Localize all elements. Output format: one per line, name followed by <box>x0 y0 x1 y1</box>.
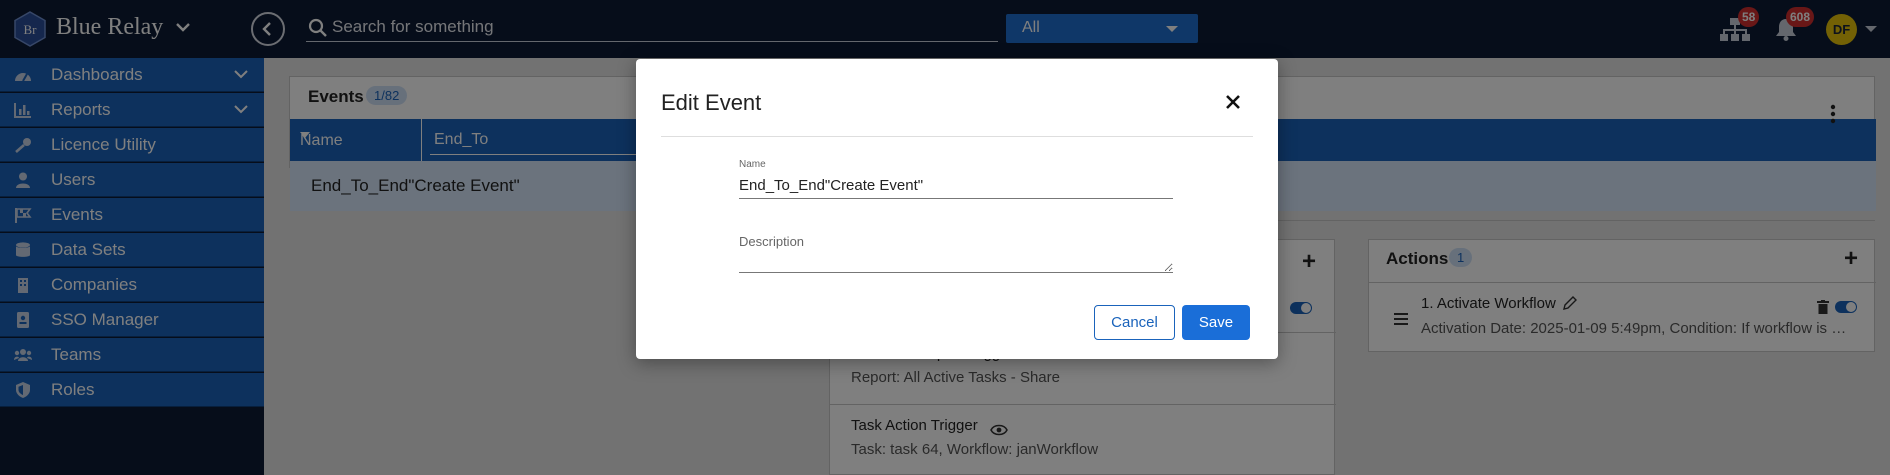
description-field[interactable] <box>739 253 1173 273</box>
description-field-label: Description <box>739 234 805 249</box>
name-field[interactable] <box>739 173 1173 199</box>
edit-event-dialog: Edit Event Name Description Cancel Save <box>636 59 1278 359</box>
cancel-button[interactable]: Cancel <box>1094 305 1175 340</box>
divider <box>661 136 1253 137</box>
close-icon[interactable] <box>1224 93 1242 111</box>
dialog-title: Edit Event <box>661 90 762 115</box>
save-button[interactable]: Save <box>1182 305 1250 340</box>
name-field-label: Name <box>739 159 766 170</box>
